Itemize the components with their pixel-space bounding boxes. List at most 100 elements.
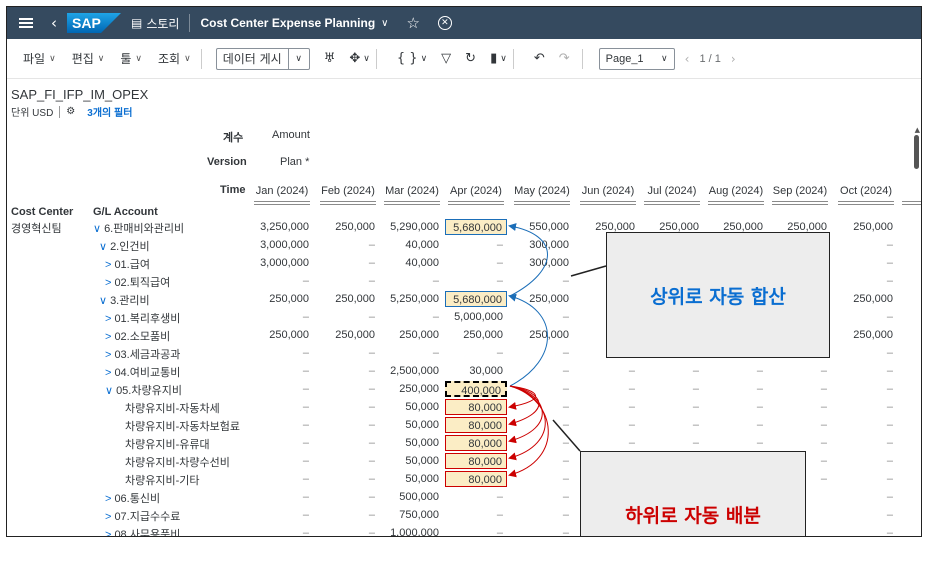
gl-account-cell[interactable]: >06.통신비 [105,490,160,506]
value-cell[interactable]: – [705,417,767,433]
value-cell[interactable] [899,345,921,361]
gl-account-cell[interactable]: 차량유지비-자동차보험료 [125,418,240,434]
gl-account-cell[interactable]: 차량유지비-자동차세 [125,400,220,416]
value-cell[interactable]: 250,000 [381,381,443,397]
value-cell[interactable]: – [251,489,313,505]
gl-account-cell[interactable]: >02.소모품비 [105,328,170,344]
expand-icon[interactable]: > [105,331,111,343]
value-cell[interactable]: 250,000 [317,291,379,307]
refresh-icon[interactable]: ↻ [465,51,476,66]
value-cell[interactable]: – [251,273,313,289]
value-cell[interactable]: – [381,273,443,289]
value-cell[interactable]: – [705,381,767,397]
value-cell[interactable]: 50,000 [381,435,443,451]
value-cell[interactable]: 400,000 [445,381,507,397]
value-cell[interactable]: 550,000 [511,219,573,235]
value-cell[interactable]: – [769,381,831,397]
value-cell[interactable]: – [381,309,443,325]
value-cell[interactable]: 300,000 [511,255,573,271]
column-header-month[interactable]: Jun (2024) [577,185,639,197]
value-cell[interactable] [899,273,921,289]
gl-account-cell[interactable]: 차량유지비-유류대 [125,436,210,452]
value-cell[interactable]: – [577,399,639,415]
value-cell[interactable]: – [251,435,313,451]
page-select[interactable]: Page_1 ∨ [598,47,675,70]
value-cell[interactable]: – [317,345,379,361]
value-cell[interactable] [899,435,921,451]
value-cell[interactable]: – [445,525,507,536]
value-cell[interactable]: – [251,309,313,325]
column-header-month[interactable]: Nov [899,185,921,197]
value-cell[interactable]: – [641,435,703,451]
chevron-down-icon[interactable]: ∨ [381,18,388,29]
value-cell[interactable]: – [577,417,639,433]
value-cell[interactable]: – [445,489,507,505]
value-cell[interactable]: – [251,399,313,415]
value-cell[interactable]: – [251,507,313,523]
value-cell[interactable]: – [511,273,573,289]
value-cell[interactable]: – [641,399,703,415]
value-cell[interactable]: – [445,255,507,271]
value-cell[interactable]: 40,000 [381,255,443,271]
vertical-scrollbar[interactable] [914,135,919,169]
story-label[interactable]: 스토리 [146,15,179,32]
column-header-month[interactable]: Apr (2024) [445,185,507,197]
menu-icon[interactable] [19,18,33,28]
value-cell[interactable]: – [835,363,897,379]
value-cell[interactable]: 5,250,000 [381,291,443,307]
value-cell[interactable]: 5,680,000 [445,291,507,307]
value-cell[interactable]: 5,000,000 [445,309,507,325]
value-cell[interactable] [899,399,921,415]
gl-account-cell[interactable]: ∨ 05.차량유지비 [105,382,182,398]
value-cell[interactable]: – [511,399,573,415]
gl-account-cell[interactable]: >03.세금과공과 [105,346,180,362]
value-cell[interactable]: – [511,345,573,361]
value-cell[interactable]: – [317,525,379,536]
value-cell[interactable]: 250,000 [511,291,573,307]
value-cell[interactable]: 250,000 [445,327,507,343]
value-cell[interactable]: 250,000 [511,327,573,343]
value-cell[interactable]: 250,000 [251,291,313,307]
value-cell[interactable] [899,381,921,397]
value-cell[interactable]: – [511,453,573,469]
value-cell[interactable]: – [511,381,573,397]
value-cell[interactable]: – [835,255,897,271]
value-cell[interactable] [899,471,921,487]
expand-icon[interactable]: > [105,529,111,536]
value-cell[interactable]: 5,290,000 [381,219,443,235]
column-header-month[interactable]: Oct (2024) [835,185,897,197]
formula-icon[interactable]: { } ∨ [397,51,427,66]
filter-settings-icon[interactable]: ⚙ [66,106,75,117]
value-cell[interactable]: – [251,381,313,397]
value-cell[interactable] [899,363,921,379]
value-cell[interactable]: – [317,363,379,379]
gl-account-cell[interactable]: >07.지급수수료 [105,508,180,524]
value-cell[interactable]: 50,000 [381,399,443,415]
column-header-month[interactable]: Sep (2024) [769,185,831,197]
expand-icon[interactable]: > [105,493,111,505]
value-cell[interactable]: – [835,453,897,469]
value-cell[interactable]: – [317,237,379,253]
expand-icon[interactable]: > [105,349,111,361]
value-cell[interactable]: – [835,507,897,523]
value-cell[interactable]: – [251,453,313,469]
value-cell[interactable]: – [511,489,573,505]
collapse-icon[interactable]: ∨ [105,385,113,397]
value-cell[interactable]: – [577,381,639,397]
value-cell[interactable]: – [835,399,897,415]
value-cell[interactable]: – [317,507,379,523]
expand-icon[interactable]: > [105,313,111,325]
gl-account-cell[interactable]: ∨ 2.인건비 [99,238,150,254]
value-cell[interactable]: – [251,525,313,536]
column-header-month[interactable]: Jan (2024) [251,185,313,197]
value-cell[interactable]: – [445,507,507,523]
gl-account-cell[interactable]: >01.급여 [105,256,150,272]
column-header-month[interactable]: Jul (2024) [641,185,703,197]
value-cell[interactable]: 80,000 [445,453,507,469]
value-cell[interactable]: – [381,345,443,361]
value-cell[interactable]: – [641,417,703,433]
value-cell[interactable]: – [835,525,897,536]
expand-icon[interactable]: > [105,511,111,523]
value-cell[interactable]: – [835,345,897,361]
value-cell[interactable]: – [317,381,379,397]
